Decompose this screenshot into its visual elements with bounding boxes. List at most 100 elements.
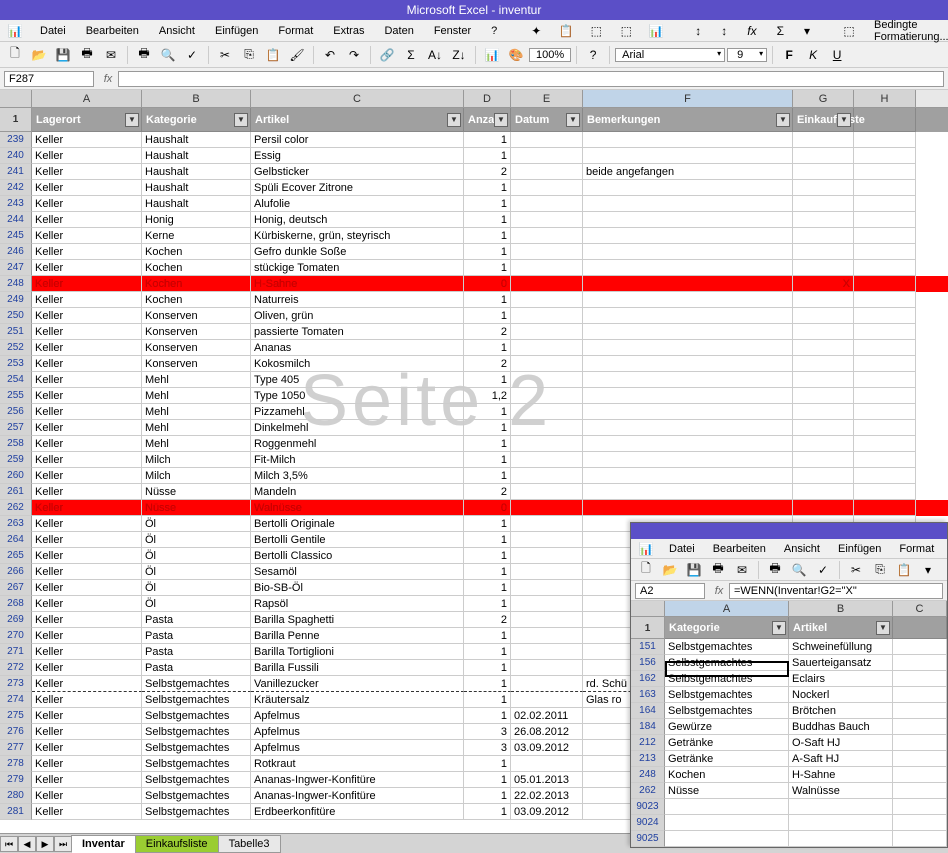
help-icon[interactable]: ? [582, 45, 604, 65]
table-row[interactable]: 164SelbstgemachtesBrötchen [631, 703, 947, 719]
cell[interactable] [583, 468, 793, 484]
cell[interactable] [583, 324, 793, 340]
cell[interactable]: Gewürze [665, 719, 789, 735]
table-row[interactable]: 253KellerKonservenKokosmilch2 [0, 356, 948, 372]
cell[interactable]: Rapsöl [251, 596, 464, 612]
tool-icon[interactable]: ⬚ [585, 21, 607, 41]
table-row[interactable]: 184GewürzeBuddhas Bauch [631, 719, 947, 735]
cell[interactable]: 1 [464, 772, 511, 788]
cell[interactable]: Pasta [142, 612, 251, 628]
cell[interactable] [583, 244, 793, 260]
table-row[interactable]: 254KellerMehlType 4051 [0, 372, 948, 388]
cell[interactable] [511, 164, 583, 180]
cell[interactable]: Haushalt [142, 148, 251, 164]
cell[interactable] [511, 212, 583, 228]
cell[interactable] [511, 356, 583, 372]
cell[interactable]: Schweinefüllung [789, 639, 893, 655]
cell[interactable]: Ananas-Ingwer-Konfitüre [251, 772, 464, 788]
table-row[interactable]: 9024 [631, 815, 947, 831]
cell[interactable]: Milch 3,5% [251, 468, 464, 484]
cell[interactable] [793, 228, 854, 244]
redo-icon[interactable]: ↷ [343, 45, 365, 65]
cell[interactable]: Bertolli Classico [251, 548, 464, 564]
cell[interactable] [511, 532, 583, 548]
row-header[interactable]: 246 [0, 244, 32, 260]
spell-icon[interactable]: ✓ [812, 560, 834, 580]
cell[interactable]: Sesamöl [251, 564, 464, 580]
cell[interactable]: Keller [32, 436, 142, 452]
filter-anzahl[interactable]: Anzahl▼ [464, 108, 511, 132]
cell[interactable]: 1 [464, 212, 511, 228]
menu-fenster[interactable]: Fenster [428, 23, 477, 39]
cell[interactable] [665, 815, 789, 831]
cell[interactable] [793, 244, 854, 260]
cell[interactable]: Selbstgemachtes [665, 655, 789, 671]
cell[interactable]: Apfelmus [251, 740, 464, 756]
cell[interactable]: 1 [464, 452, 511, 468]
tab-last-icon[interactable]: ⏭ [54, 836, 72, 852]
col-header-c[interactable]: C [251, 90, 464, 107]
cell[interactable] [793, 356, 854, 372]
cell[interactable]: H-Sahne [789, 767, 893, 783]
cell[interactable]: Haushalt [142, 132, 251, 148]
filter-dropdown-icon[interactable]: ▼ [125, 113, 139, 127]
cell[interactable]: Keller [32, 244, 142, 260]
row-header[interactable]: 213 [631, 751, 665, 767]
tool-icon[interactable]: ↕ [689, 21, 707, 41]
cell[interactable]: H-Sahne [251, 276, 464, 292]
cell[interactable]: Type 1050 [251, 388, 464, 404]
cell[interactable]: Keller [32, 452, 142, 468]
row-header[interactable]: 262 [0, 500, 32, 516]
cell[interactable]: 1 [464, 788, 511, 804]
cell[interactable]: Pizzamehl [251, 404, 464, 420]
cell[interactable]: Mehl [142, 404, 251, 420]
cell[interactable]: 2 [464, 164, 511, 180]
table-row[interactable]: 162SelbstgemachtesEclairs [631, 671, 947, 687]
cell[interactable]: Kräutersalz [251, 692, 464, 708]
row-header[interactable]: 9025 [631, 831, 665, 847]
cell[interactable]: Keller [32, 372, 142, 388]
cell[interactable]: Ananas-Ingwer-Konfitüre [251, 788, 464, 804]
cell[interactable] [793, 468, 854, 484]
preview-icon[interactable]: 🔍 [788, 560, 810, 580]
filter-dropdown-icon[interactable]: ▼ [876, 621, 890, 635]
row-header[interactable]: 251 [0, 324, 32, 340]
cell[interactable]: Kürbiskerne, grün, steyrisch [251, 228, 464, 244]
cell[interactable]: 1 [464, 580, 511, 596]
cell[interactable]: Milch [142, 468, 251, 484]
cell[interactable]: Mehl [142, 436, 251, 452]
formula-bar[interactable] [118, 71, 944, 87]
table-row[interactable]: 245KellerKerneKürbiskerne, grün, steyris… [0, 228, 948, 244]
cell[interactable]: Öl [142, 580, 251, 596]
cell[interactable]: Fit-Milch [251, 452, 464, 468]
tab-inventar[interactable]: Inventar [71, 835, 136, 853]
cell[interactable]: O-Saft HJ [789, 735, 893, 751]
row-header[interactable]: 243 [0, 196, 32, 212]
cell[interactable]: Kochen [142, 244, 251, 260]
row-header[interactable]: 212 [631, 735, 665, 751]
cell[interactable] [511, 644, 583, 660]
cell[interactable]: Keller [32, 804, 142, 820]
cell[interactable] [583, 292, 793, 308]
row-header[interactable]: 151 [631, 639, 665, 655]
filter-dropdown-icon[interactable]: ▼ [447, 113, 461, 127]
cell[interactable] [793, 420, 854, 436]
row-header[interactable]: 266 [0, 564, 32, 580]
row-header[interactable]: 247 [0, 260, 32, 276]
table-row[interactable]: 252KellerKonservenAnanas1 [0, 340, 948, 356]
row-header[interactable]: 281 [0, 804, 32, 820]
cell[interactable]: Gefro dunkle Soße [251, 244, 464, 260]
cell[interactable]: Keller [32, 164, 142, 180]
col-header-d[interactable]: D [464, 90, 511, 107]
cell[interactable]: 1 [464, 340, 511, 356]
underline-icon[interactable]: U [826, 45, 848, 65]
cell[interactable]: Keller [32, 564, 142, 580]
cell[interactable] [583, 372, 793, 388]
cell[interactable]: 1 [464, 628, 511, 644]
cell[interactable]: 1 [464, 548, 511, 564]
row-header[interactable]: 248 [631, 767, 665, 783]
cell[interactable]: Pasta [142, 628, 251, 644]
cell[interactable] [793, 212, 854, 228]
table-row[interactable]: 259KellerMilchFit-Milch1 [0, 452, 948, 468]
open-icon[interactable]: 📂 [659, 560, 681, 580]
